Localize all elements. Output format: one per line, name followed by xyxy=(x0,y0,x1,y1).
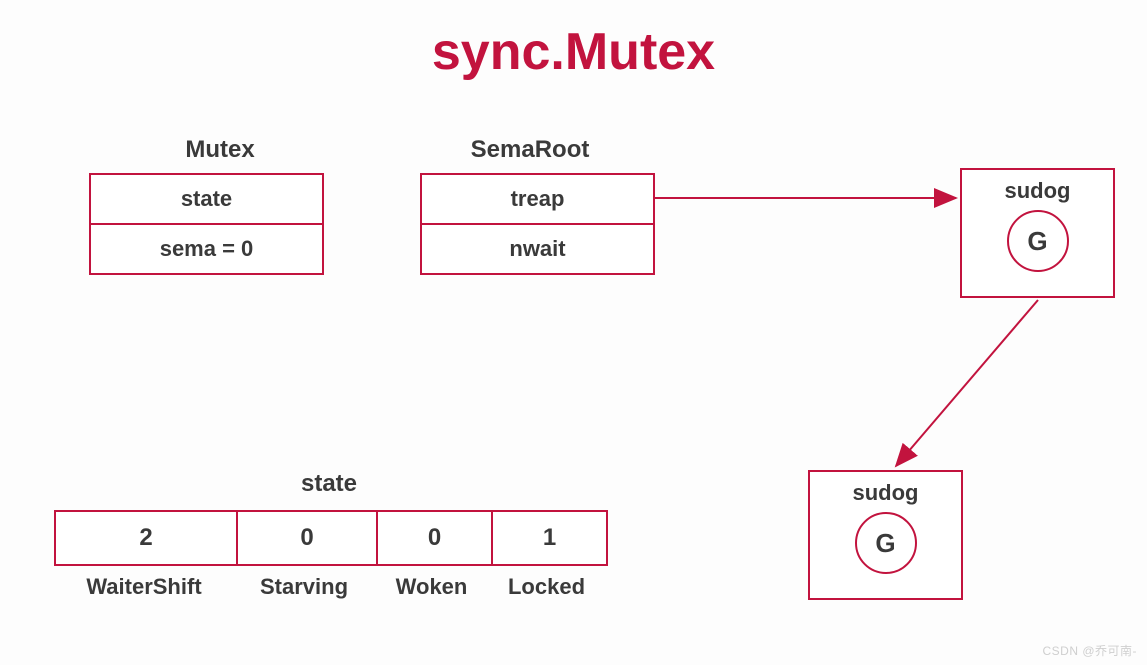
diagram-title: sync.Mutex xyxy=(0,22,1147,82)
goroutine-circle: G xyxy=(1007,210,1069,272)
state-bit-name: Woken xyxy=(374,568,489,600)
sudog-node-1: sudog G xyxy=(960,168,1115,298)
state-bit-name: Starving xyxy=(234,568,374,600)
state-bitfield-table: 2001 xyxy=(54,510,608,566)
state-col: 1 xyxy=(491,512,606,564)
state-bit-value: 1 xyxy=(491,512,606,564)
goroutine-circle: G xyxy=(855,512,917,574)
state-bit-name: WaiterShift xyxy=(54,568,234,600)
semaroot-struct-label: SemaRoot xyxy=(450,136,610,164)
state-bitfield-labels: WaiterShiftStarvingWokenLocked xyxy=(54,568,604,600)
state-heading: state xyxy=(54,470,604,498)
mutex-struct-box: state sema = 0 xyxy=(89,173,324,275)
state-bit-value: 0 xyxy=(376,512,491,564)
semaroot-treap-field: treap xyxy=(422,175,653,223)
state-bit-value: 0 xyxy=(236,512,376,564)
arrow-sudog1-to-sudog2 xyxy=(896,300,1038,466)
semaroot-struct-box: treap nwait xyxy=(420,173,655,275)
sudog-node-2: sudog G xyxy=(808,470,963,600)
mutex-state-field: state xyxy=(91,175,322,223)
sudog-label: sudog xyxy=(853,480,919,506)
watermark-text: CSDN @乔可南- xyxy=(1042,642,1137,659)
state-bit-name: Locked xyxy=(489,568,604,600)
state-col: 0 xyxy=(376,512,491,564)
sudog-label: sudog xyxy=(1005,178,1071,204)
mutex-struct-label: Mutex xyxy=(155,136,285,164)
state-col: 0 xyxy=(236,512,376,564)
semaroot-nwait-field: nwait xyxy=(422,223,653,273)
state-col: 2 xyxy=(56,512,236,564)
state-bit-value: 2 xyxy=(56,512,236,564)
mutex-sema-field: sema = 0 xyxy=(91,223,322,273)
